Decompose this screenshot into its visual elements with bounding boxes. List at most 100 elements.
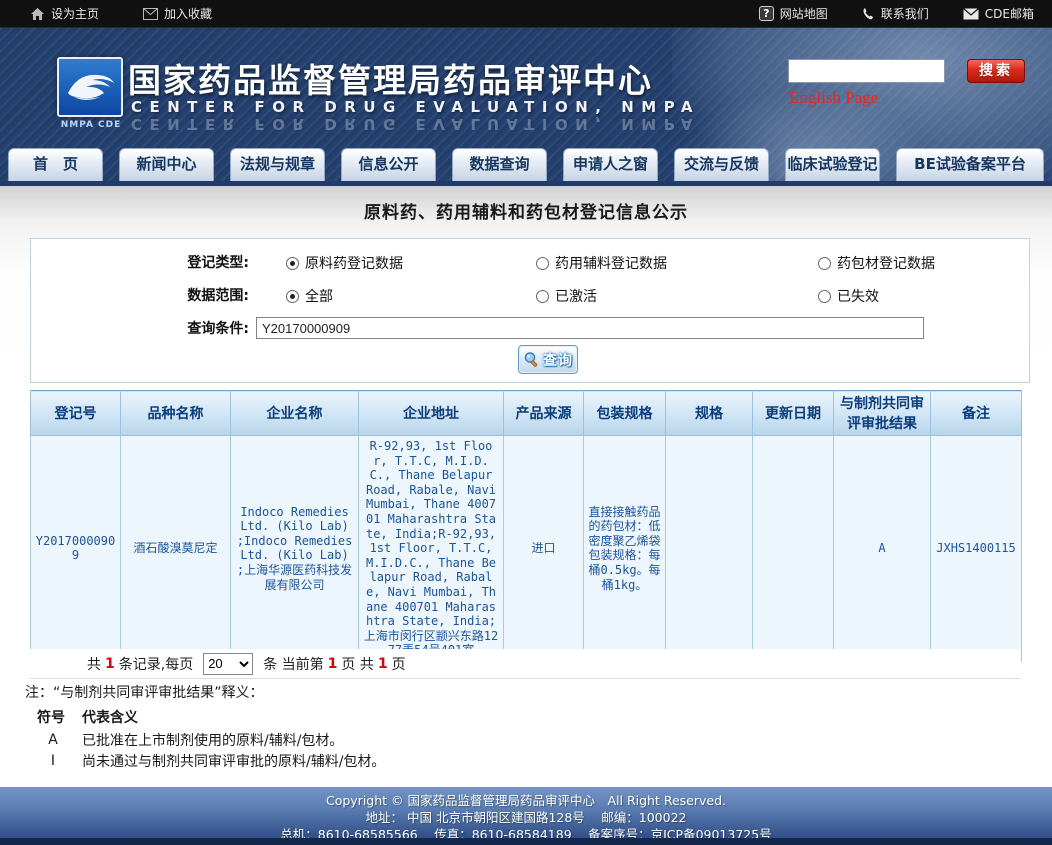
- radio-label: 已失效: [837, 286, 879, 306]
- cell-update-date: [753, 436, 834, 662]
- radio-label: 已激活: [555, 286, 597, 306]
- query-condition-label: 查询条件:: [31, 319, 249, 339]
- radio-icon[interactable]: [536, 290, 549, 303]
- footer-address: 地址： 中国 北京市朝阳区建国路128号 邮编：100022: [0, 809, 1052, 826]
- nmpa-cde-logo[interactable]: [57, 57, 123, 117]
- radio-label: 药用辅料登记数据: [555, 253, 667, 273]
- cell-spec: [666, 436, 753, 662]
- radio-label: 全部: [305, 286, 333, 306]
- phone-icon: [862, 7, 875, 21]
- query-button-label: 查询: [543, 350, 573, 370]
- pagination-text: 页: [392, 654, 406, 674]
- favorite-icon: [143, 8, 158, 20]
- page-title: 原料药、药用辅料和药包材登记信息公示: [0, 198, 1052, 223]
- radio-icon[interactable]: [286, 257, 299, 270]
- cde-mail-label: CDE邮箱: [985, 5, 1034, 22]
- home-icon: [30, 7, 45, 21]
- legend-symbol: A: [37, 732, 69, 748]
- logo-swoosh-icon: [64, 67, 116, 107]
- pagination-text: 页 共: [341, 654, 373, 674]
- content-area: 原料药、药用辅料和药包材登记信息公示 登记类型: 原料药登记数据 药用辅料登记数…: [0, 186, 1052, 787]
- cell-reg-no: Y20170000909: [31, 436, 121, 662]
- set-home-label: 设为主页: [51, 5, 99, 22]
- main-navigation: 首 页 新闻中心 法规与规章 信息公开 数据查询 申请人之窗 交流与反馈 临床试…: [0, 148, 1052, 181]
- question-icon: ?: [759, 6, 774, 21]
- tab-info-disclosure[interactable]: 信息公开: [341, 148, 436, 181]
- record-count: 1: [105, 656, 115, 672]
- col-source: 产品来源: [504, 391, 584, 436]
- logo-caption: NMPA CDE: [52, 120, 130, 130]
- table-row: Y20170000909 酒石酸溴莫尼定 Indoco Remedies Ltd…: [31, 436, 1022, 662]
- add-favorite-link[interactable]: 加入收藏: [143, 5, 212, 22]
- radio-raw-material-data[interactable]: 原料药登记数据: [286, 253, 403, 273]
- header-search-button[interactable]: 搜索: [967, 59, 1025, 83]
- radio-icon[interactable]: [818, 290, 831, 303]
- tab-clinical-trial[interactable]: 临床试验登记: [785, 148, 880, 181]
- col-update-date: 更新日期: [753, 391, 834, 436]
- radio-icon[interactable]: [536, 257, 549, 270]
- site-map-link[interactable]: ? 网站地图: [759, 5, 828, 22]
- col-product-name: 品种名称: [121, 391, 231, 436]
- radio-packaging-data[interactable]: 药包材登记数据: [818, 253, 935, 273]
- tab-be-platform[interactable]: BE试验备案平台: [896, 148, 1044, 181]
- radio-icon[interactable]: [818, 257, 831, 270]
- cde-mail-link[interactable]: CDE邮箱: [963, 5, 1034, 22]
- legend-row-i: I 尚未通过与制剂共同审评审批的原料/辅料/包材。: [37, 750, 1020, 771]
- pagination-text: 条 当前第: [263, 654, 323, 674]
- set-home-link[interactable]: 设为主页: [30, 5, 99, 22]
- topbar-left-group: 设为主页 加入收藏: [30, 5, 212, 22]
- tab-news[interactable]: 新闻中心: [119, 148, 214, 181]
- footer-text: Copyright © 国家药品监督管理局药品审评中心 All Right Re…: [0, 787, 1052, 843]
- cell-review-result: A: [834, 436, 931, 662]
- total-pages-number: 1: [378, 656, 388, 672]
- col-spec: 规格: [666, 391, 753, 436]
- contact-us-label: 联系我们: [881, 5, 929, 22]
- pagination-bar: 共 1 条记录,每页 20 条 当前第 1 页 共 1 页: [30, 649, 1021, 679]
- radio-scope-expired[interactable]: 已失效: [818, 286, 879, 306]
- query-submit-button[interactable]: 查询: [518, 345, 578, 374]
- tab-applicant-window[interactable]: 申请人之窗: [563, 148, 658, 181]
- pagination-text: 共: [87, 654, 101, 674]
- site-subtitle: CENTER FOR DRUG EVALUATION, NMPA: [131, 98, 700, 116]
- english-page-link[interactable]: English Page: [789, 88, 878, 108]
- legend-notes: 注：“与制剂共同审评审批结果”释义： 符号 代表含义 A 已批准在上市制剂使用的…: [0, 682, 1020, 771]
- site-subtitle-reflection: CENTER FOR DRUG EVALUATION, NMPA: [131, 115, 700, 133]
- contact-us-link[interactable]: 联系我们: [862, 5, 929, 22]
- cell-company-name: Indoco Remedies Ltd. (Kilo Lab) ;Indoco …: [231, 436, 359, 662]
- legend-meaning: 尚未通过与制剂共同审评审批的原料/辅料/包材。: [82, 751, 385, 771]
- tab-feedback[interactable]: 交流与反馈: [674, 148, 769, 181]
- tab-home[interactable]: 首 页: [8, 148, 103, 181]
- tab-regulations[interactable]: 法规与规章: [230, 148, 325, 181]
- col-reg-no: 登记号: [31, 391, 121, 436]
- table-header-row: 登记号 品种名称 企业名称 企业地址 产品来源 包装规格 规格 更新日期 与制剂…: [31, 391, 1022, 436]
- results-table: 登记号 品种名称 企业名称 企业地址 产品来源 包装规格 规格 更新日期 与制剂…: [30, 390, 1022, 662]
- radio-icon[interactable]: [286, 290, 299, 303]
- site-title: 国家药品监督管理局药品审评中心: [128, 54, 653, 102]
- cell-company-address: R-92,93, 1st Floor, T.T.C, M.I.D.C., Tha…: [359, 436, 504, 662]
- add-favorite-label: 加入收藏: [164, 5, 212, 22]
- cell-package-spec: 直接接触药品的药包材：低密度聚乙烯袋包装规格：每桶0.5kg。每桶1kg。: [584, 436, 666, 662]
- footer-bottom-strip: [0, 838, 1052, 845]
- top-utility-bar: 设为主页 加入收藏 ? 网站地图 联系我们 CDE邮箱: [0, 0, 1052, 28]
- col-remark: 备注: [931, 391, 1022, 436]
- legend-row-a: A 已批准在上市制剂使用的原料/辅料/包材。: [37, 729, 1020, 750]
- query-condition-input[interactable]: [256, 317, 924, 339]
- radio-excipient-data[interactable]: 药用辅料登记数据: [536, 253, 667, 273]
- cell-remark: JXHS1400115: [931, 436, 1022, 662]
- radio-scope-activated[interactable]: 已激活: [536, 286, 597, 306]
- query-form: 登记类型: 原料药登记数据 药用辅料登记数据 药包材登记数据 数据范围:: [30, 238, 1030, 383]
- header-search-input[interactable]: [788, 59, 945, 83]
- radio-label: 药包材登记数据: [837, 253, 935, 273]
- tab-data-query[interactable]: 数据查询: [452, 148, 547, 181]
- site-footer: Copyright © 国家药品监督管理局药品审评中心 All Right Re…: [0, 787, 1052, 845]
- page-size-select[interactable]: 20: [203, 653, 253, 675]
- col-review-result: 与制剂共同审评审批结果: [834, 391, 931, 436]
- col-company-address: 企业地址: [359, 391, 504, 436]
- radio-label: 原料药登记数据: [305, 253, 403, 273]
- legend-symbol-header: 符号: [37, 707, 69, 729]
- site-map-label: 网站地图: [780, 5, 828, 22]
- footer-copyright: Copyright © 国家药品监督管理局药品审评中心 All Right Re…: [0, 792, 1052, 809]
- query-condition-row: 查询条件:: [31, 319, 1029, 343]
- reg-type-row: 登记类型: 原料药登记数据 药用辅料登记数据 药包材登记数据: [31, 253, 1029, 277]
- radio-scope-all[interactable]: 全部: [286, 286, 333, 306]
